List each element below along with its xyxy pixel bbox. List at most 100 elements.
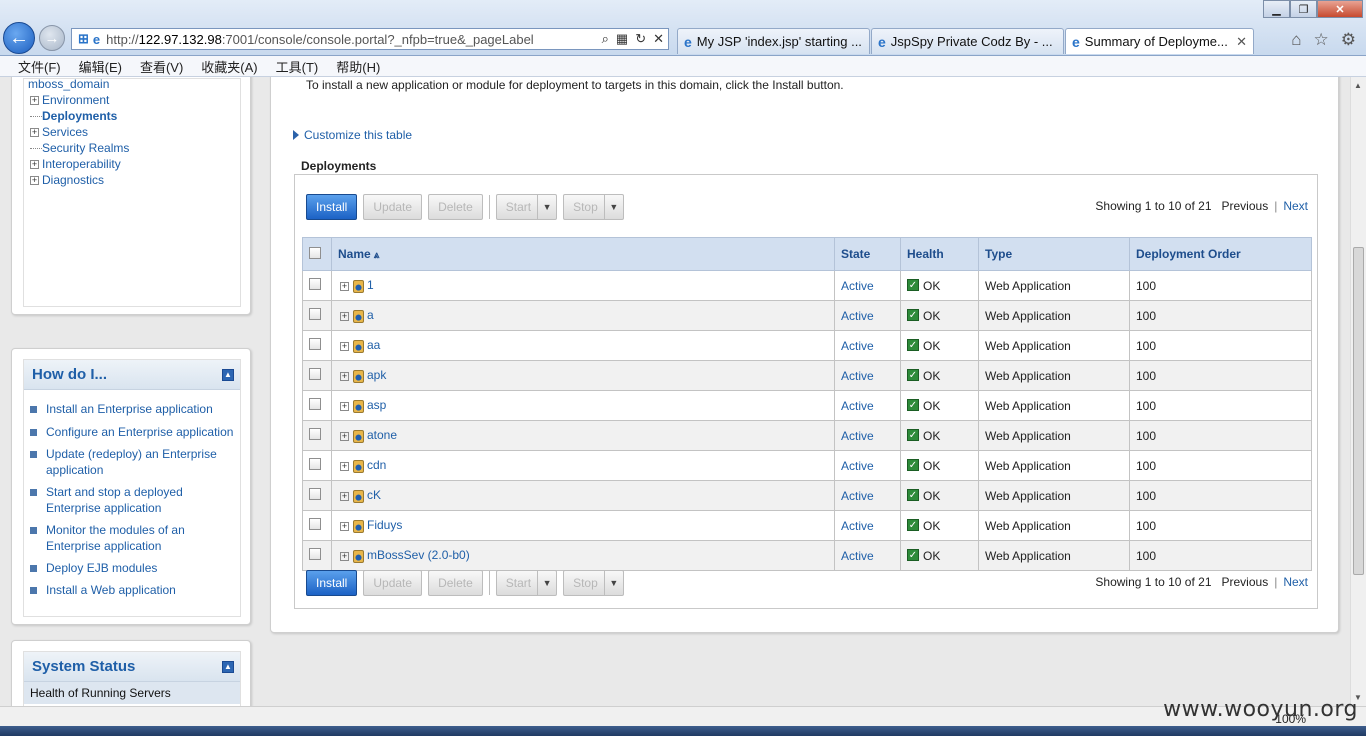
scrollbar-thumb[interactable]	[1353, 247, 1364, 575]
row-checkbox[interactable]	[309, 308, 321, 320]
how-do-i-item[interactable]: Install an Enterprise application	[30, 401, 240, 417]
deployment-name-link[interactable]: mBossSev (2.0-b0)	[367, 548, 470, 562]
deployment-name-link[interactable]: Fiduys	[367, 518, 402, 532]
how-do-i-link[interactable]: Monitor the modules of an Enterprise app…	[46, 522, 240, 554]
how-do-i-link[interactable]: Start and stop a deployed Enterprise app…	[46, 484, 240, 516]
how-do-i-link[interactable]: Configure an Enterprise application	[46, 424, 233, 440]
state-value[interactable]: Active	[841, 369, 874, 383]
tree-label[interactable]: Services	[42, 125, 88, 139]
menu-favorites[interactable]: 收藏夹(A)	[201, 57, 257, 76]
state-value[interactable]: Active	[841, 489, 874, 503]
how-do-i-link[interactable]: Deploy EJB modules	[46, 560, 157, 576]
deployment-name-link[interactable]: asp	[367, 398, 386, 412]
tab-summary-deployments[interactable]: e Summary of Deployme... ✕	[1065, 28, 1254, 54]
tree-label[interactable]: Diagnostics	[42, 173, 104, 187]
close-window-button[interactable]: ✕	[1317, 0, 1363, 18]
column-header-deployment-order[interactable]: Deployment Order	[1129, 237, 1312, 271]
how-do-i-item[interactable]: Install a Web application	[30, 582, 240, 598]
row-checkbox[interactable]	[309, 488, 321, 500]
expand-icon[interactable]: +	[340, 281, 349, 291]
close-tab-icon[interactable]: ✕	[1230, 34, 1247, 50]
expand-icon[interactable]: +	[340, 341, 349, 351]
home-icon[interactable]: ⌂	[1291, 30, 1301, 50]
expand-icon[interactable]: +	[30, 159, 39, 169]
how-do-i-link[interactable]: Update (redeploy) an Enterprise applicat…	[46, 446, 240, 478]
row-checkbox[interactable]	[309, 368, 321, 380]
domain-name-link[interactable]: mboss_domain	[28, 77, 109, 91]
state-value[interactable]: Active	[841, 519, 874, 533]
address-bar[interactable]: ⊞ e http://122.97.132.98:7001/console/co…	[71, 28, 669, 50]
deployment-name-link[interactable]: aa	[367, 338, 380, 352]
tree-item-services[interactable]: + Services	[30, 125, 88, 139]
column-header-state[interactable]: State	[834, 237, 901, 271]
how-do-i-item[interactable]: Update (redeploy) an Enterprise applicat…	[30, 446, 240, 478]
customize-table-link[interactable]: Customize this table	[293, 128, 412, 142]
back-button[interactable]: ←	[3, 22, 35, 54]
pager-previous[interactable]: Previous	[1222, 199, 1269, 213]
row-checkbox[interactable]	[309, 278, 321, 290]
chevron-down-icon[interactable]: ▼	[605, 571, 623, 595]
expand-icon[interactable]: +	[340, 431, 349, 441]
pager-next[interactable]: Next	[1283, 575, 1308, 589]
state-value[interactable]: Active	[841, 459, 874, 473]
compat-view-icon[interactable]: ▦	[616, 31, 628, 47]
expand-icon[interactable]: +	[340, 521, 349, 531]
row-checkbox[interactable]	[309, 398, 321, 410]
state-value[interactable]: Active	[841, 399, 874, 413]
update-button[interactable]: Update	[363, 570, 423, 596]
vertical-scrollbar[interactable]: ▲ ▼	[1350, 77, 1366, 706]
tree-item-deployments[interactable]: Deployments	[30, 109, 117, 123]
chevron-down-icon[interactable]: ▼	[605, 195, 623, 219]
collapse-icon[interactable]: ▲	[222, 368, 234, 381]
refresh-icon[interactable]: ↻	[635, 31, 646, 47]
tree-label[interactable]: Security Realms	[42, 141, 129, 155]
select-all-checkbox[interactable]	[309, 246, 321, 259]
search-icon[interactable]: ⌕	[602, 31, 609, 47]
collapse-icon[interactable]: ▲	[222, 660, 234, 673]
column-header-type[interactable]: Type	[978, 237, 1130, 271]
tree-label[interactable]: Deployments	[42, 109, 117, 123]
chevron-down-icon[interactable]: ▼	[538, 571, 556, 595]
settings-gear-icon[interactable]: ⚙	[1341, 30, 1356, 50]
install-button[interactable]: Install	[306, 194, 358, 220]
state-value[interactable]: Active	[841, 279, 874, 293]
how-do-i-item[interactable]: Configure an Enterprise application	[30, 424, 240, 440]
how-do-i-item[interactable]: Start and stop a deployed Enterprise app…	[30, 484, 240, 516]
expand-icon[interactable]: +	[340, 401, 349, 411]
favorites-star-icon[interactable]: ☆	[1314, 30, 1329, 50]
deployment-name-link[interactable]: apk	[367, 368, 386, 382]
how-do-i-link[interactable]: Install a Web application	[46, 582, 176, 598]
forward-button[interactable]: →	[39, 25, 65, 51]
pager-previous[interactable]: Previous	[1222, 575, 1269, 589]
deployment-name-link[interactable]: 1	[367, 278, 374, 292]
stop-icon[interactable]: ✕	[653, 31, 664, 47]
row-checkbox[interactable]	[309, 518, 321, 530]
column-header-health[interactable]: Health	[900, 237, 979, 271]
tree-item-environment[interactable]: + Environment	[30, 93, 109, 107]
minimize-button[interactable]: ▁	[1263, 0, 1290, 18]
row-checkbox[interactable]	[309, 458, 321, 470]
install-button[interactable]: Install	[306, 570, 358, 596]
state-value[interactable]: Active	[841, 429, 874, 443]
tree-item-diagnostics[interactable]: + Diagnostics	[30, 173, 104, 187]
sort-ascending-icon[interactable]: ⩓	[374, 250, 380, 261]
tree-item-interoperability[interactable]: + Interoperability	[30, 157, 121, 171]
menu-tools[interactable]: 工具(T)	[276, 57, 319, 76]
how-do-i-link[interactable]: Install an Enterprise application	[46, 401, 213, 417]
expand-icon[interactable]: +	[30, 127, 39, 137]
customize-label[interactable]: Customize this table	[304, 128, 412, 142]
row-checkbox[interactable]	[309, 428, 321, 440]
deployment-name-link[interactable]: cK	[367, 488, 381, 502]
expand-icon[interactable]: +	[340, 491, 349, 501]
row-checkbox[interactable]	[309, 338, 321, 350]
tree-label[interactable]: Interoperability	[42, 157, 121, 171]
deployment-name-link[interactable]: atone	[367, 428, 397, 442]
deployment-name-link[interactable]: a	[367, 308, 374, 322]
start-button[interactable]: Start ▼	[495, 570, 558, 596]
menu-view[interactable]: 查看(V)	[140, 57, 183, 76]
deployment-name-link[interactable]: cdn	[367, 458, 386, 472]
tab-jsp-index[interactable]: e My JSP 'index.jsp' starting ...	[677, 28, 870, 54]
expand-icon[interactable]: +	[340, 461, 349, 471]
expand-icon[interactable]: +	[30, 175, 39, 185]
tree-item-security-realms[interactable]: Security Realms	[30, 141, 129, 155]
